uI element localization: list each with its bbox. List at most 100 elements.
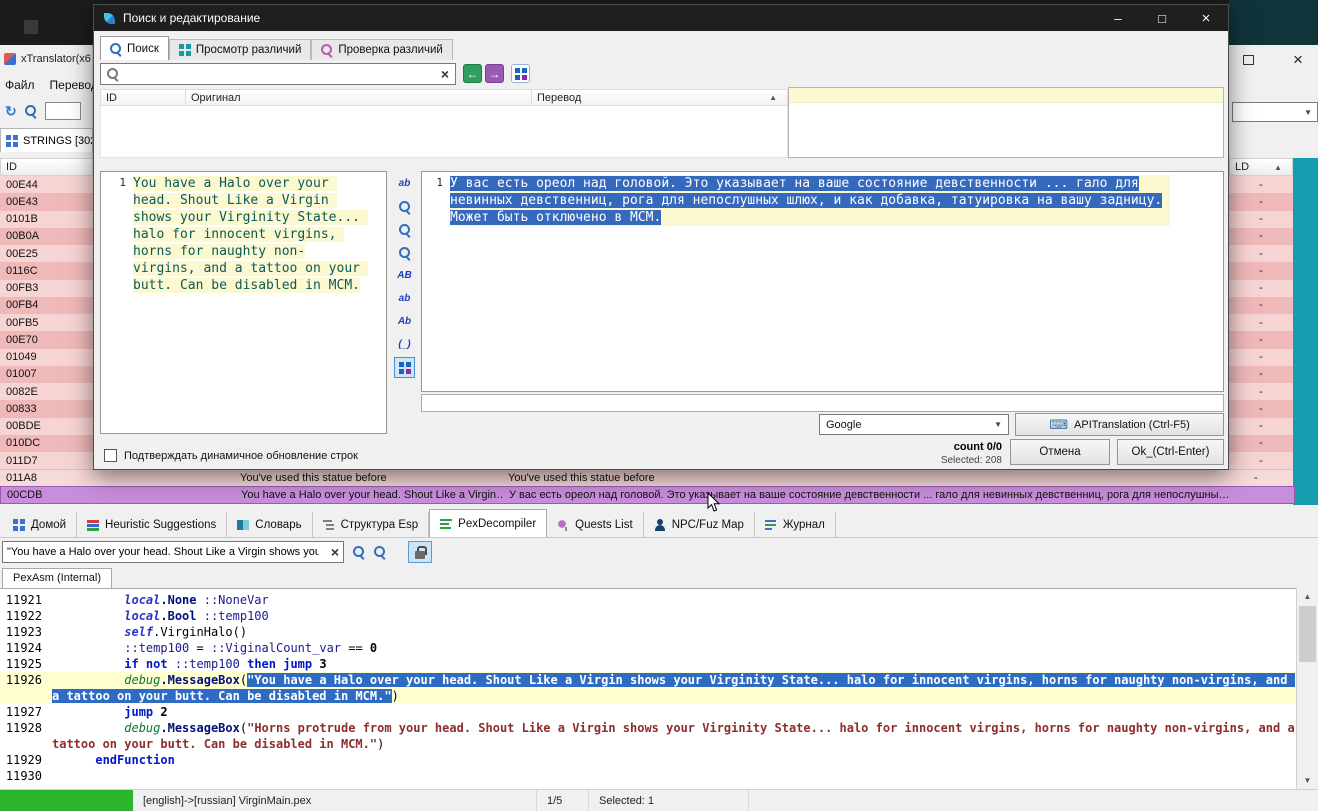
row-ld[interactable]: - — [1229, 245, 1293, 262]
cancel-button[interactable]: Отмена — [1010, 439, 1110, 465]
pex-search-box[interactable]: × — [2, 541, 344, 563]
dialog-tab-search[interactable]: Поиск — [100, 36, 169, 60]
confirm-dynamic-checkbox[interactable]: Подтверждать динамичное обновление строк — [104, 449, 358, 462]
search-icon[interactable] — [25, 105, 37, 117]
row-ld[interactable]: - — [1229, 400, 1293, 417]
code-scrollbar[interactable]: ▲ ▼ — [1296, 588, 1318, 789]
row-id[interactable]: 00E25 — [0, 245, 93, 262]
close-icon[interactable]: × — [1293, 49, 1303, 71]
row-id[interactable]: 011D7 — [0, 452, 93, 469]
dialog-search-input[interactable] — [125, 68, 435, 80]
tab-npc-fuz-map[interactable]: NPC/Fuz Map — [644, 512, 755, 537]
underscore-button[interactable]: (_) — [394, 334, 415, 355]
code-line[interactable]: 11930 — [0, 768, 1296, 784]
row-ld[interactable]: - — [1229, 435, 1293, 452]
row-ld[interactable]: - — [1229, 418, 1293, 435]
column-header-original[interactable]: Оригинал — [186, 89, 532, 106]
ok-button[interactable]: Ok_(Ctrl-Enter) — [1117, 439, 1224, 465]
tab-структура-esp[interactable]: Структура Esp — [313, 512, 430, 537]
row-ld[interactable]: - — [1229, 452, 1293, 469]
insert-original-button[interactable]: ← — [463, 64, 482, 83]
tab-журнал[interactable]: Журнал — [755, 512, 836, 537]
close-icon[interactable]: × — [1184, 5, 1228, 31]
scroll-down-icon[interactable]: ▼ — [1297, 772, 1318, 789]
translation-preview-pane[interactable] — [788, 87, 1224, 158]
row-id[interactable]: 00B0A — [0, 228, 93, 245]
scrollbar-thumb[interactable] — [1299, 606, 1316, 662]
search-down-icon[interactable] — [353, 546, 365, 558]
translation-editor[interactable]: 1 У вас есть ореол над головой. Это указ… — [421, 171, 1224, 392]
refresh-icon[interactable]: ↻ — [5, 103, 17, 120]
row-ld[interactable]: - — [1229, 331, 1293, 348]
maximize-icon[interactable] — [1243, 55, 1254, 65]
row-id[interactable]: 010DC — [0, 435, 93, 452]
row-ld[interactable]: - — [1229, 349, 1293, 366]
tab-словарь[interactable]: Словарь — [227, 512, 312, 537]
code-line[interactable]: 11927 jump 2 — [0, 704, 1296, 720]
titlecase-button[interactable]: Ab — [394, 311, 415, 332]
checkbox-icon[interactable] — [104, 449, 117, 462]
row-id[interactable]: 00BDE — [0, 418, 93, 435]
row-id[interactable]: 0082E — [0, 383, 93, 400]
row-ld[interactable]: - — [1229, 176, 1293, 193]
menu-translate[interactable]: Перевод — [50, 78, 98, 92]
row-id[interactable]: 00E70 — [0, 331, 93, 348]
translate-grid-button[interactable] — [511, 64, 530, 83]
dialog-results-grid[interactable] — [100, 106, 788, 158]
column-header-translation[interactable]: Перевод ▲ — [532, 89, 788, 106]
pex-code-view[interactable]: 11921 local.None ::NoneVar11922 local.Bo… — [0, 588, 1296, 789]
row-ld[interactable]: - — [1229, 314, 1293, 331]
maximize-icon[interactable]: □ — [1140, 5, 1184, 31]
row-ld[interactable]: - — [1229, 297, 1293, 314]
code-line[interactable]: 11929 endFunction — [0, 752, 1296, 768]
strings-tab[interactable]: STRINGS [302/4 — [0, 128, 93, 152]
code-line[interactable]: 11926 debug.MessageBox("You have a Halo … — [0, 672, 1296, 704]
code-line[interactable]: 11922 local.Bool ::temp100 — [0, 608, 1296, 624]
row-id[interactable]: 00833 — [0, 400, 93, 417]
lock-button[interactable] — [408, 541, 432, 563]
ld-column-header[interactable]: LD ▲ — [1229, 158, 1293, 176]
spellcheck-ab-button[interactable]: ab — [394, 173, 415, 194]
translate-button[interactable] — [394, 357, 415, 378]
api-translation-button[interactable]: ⌨ APITranslation (Ctrl-F5) — [1015, 413, 1224, 436]
row-id[interactable]: 01007 — [0, 366, 93, 383]
original-editor[interactable]: 1 You have a Halo over your head. Shout … — [100, 171, 387, 434]
code-line[interactable]: 11924 ::temp100 = ::ViginalCount_var == … — [0, 640, 1296, 656]
dialog-tab-check-diff[interactable]: Проверка различий — [311, 39, 452, 60]
row-id[interactable]: 00E44 — [0, 176, 93, 193]
column-header-id[interactable]: ID — [100, 89, 186, 106]
row-id[interactable]: 00FB4 — [0, 297, 93, 314]
row-id[interactable]: 00FB3 — [0, 280, 93, 297]
tab-heuristic-suggestions[interactable]: Heuristic Suggestions — [77, 512, 227, 537]
row-ld[interactable]: - — [1229, 193, 1293, 210]
tab-домой[interactable]: Домой — [3, 512, 77, 537]
row-ld[interactable]: - — [1229, 366, 1293, 383]
code-line[interactable]: 11928 debug.MessageBox("Horns protrude f… — [0, 720, 1296, 752]
search-remove-button[interactable] — [394, 242, 415, 263]
tab-quests-list[interactable]: Quests List — [547, 512, 644, 537]
row-id[interactable]: 00FB5 — [0, 314, 93, 331]
search-up-icon[interactable] — [374, 546, 386, 558]
minimize-icon[interactable]: – — [1096, 5, 1140, 31]
row-id[interactable]: 0101B — [0, 211, 93, 228]
scroll-up-icon[interactable]: ▲ — [1297, 588, 1318, 605]
search-button[interactable] — [394, 196, 415, 217]
search-add-button[interactable] — [394, 219, 415, 240]
row-ld[interactable]: - — [1229, 262, 1293, 279]
tab-pexdecompiler[interactable]: PexDecompiler — [429, 509, 547, 537]
insert-translation-button[interactable]: → — [485, 64, 504, 83]
code-line[interactable]: 11923 self.VirginHalo() — [0, 624, 1296, 640]
row-id[interactable]: 01049 — [0, 349, 93, 366]
row-id[interactable]: 0116C — [0, 262, 93, 279]
code-line[interactable]: 11925 if not ::temp100 then jump 3 — [0, 656, 1296, 672]
lowercase-button[interactable]: ab — [394, 288, 415, 309]
menu-file[interactable]: Файл — [5, 78, 35, 92]
dialog-tab-view-diff[interactable]: Просмотр различий — [169, 39, 312, 60]
clear-icon[interactable]: × — [331, 545, 339, 559]
row-id[interactable]: 00E43 — [0, 193, 93, 210]
row-ld[interactable]: - — [1229, 280, 1293, 297]
pex-search-input[interactable] — [3, 542, 323, 562]
table-row[interactable]: 011A8 You've used this statue before You… — [0, 469, 1293, 486]
row-ld[interactable]: - — [1229, 228, 1293, 245]
row-ld[interactable]: - — [1229, 383, 1293, 400]
